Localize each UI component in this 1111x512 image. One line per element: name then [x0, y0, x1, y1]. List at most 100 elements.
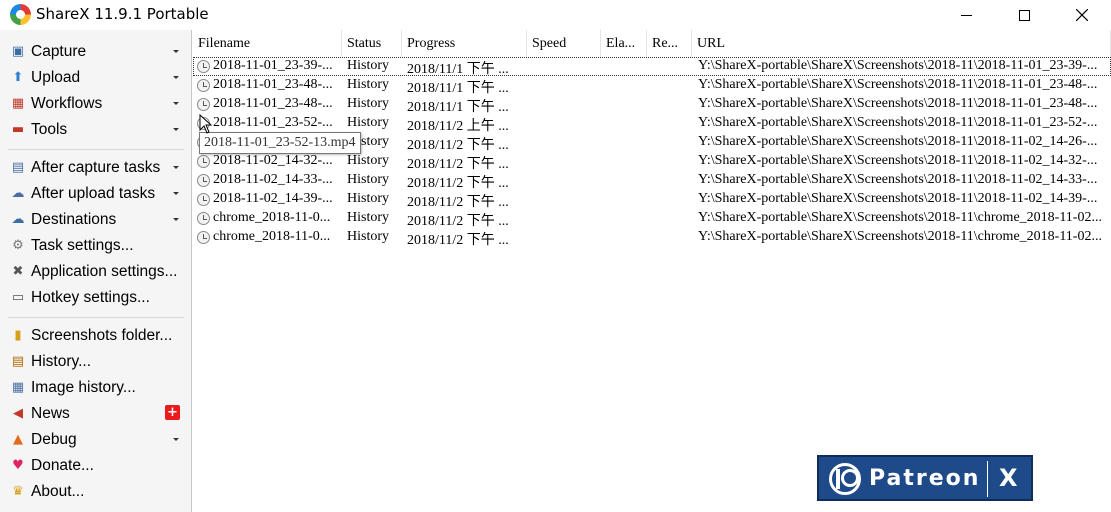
sidebar-item-upload[interactable]: ⬆ Upload [0, 66, 191, 90]
table-cell-status: History [347, 153, 389, 168]
sidebar-item-workflows[interactable]: ▦ Workflows [0, 92, 191, 116]
folder-icon: ▮ [14, 328, 22, 343]
table-cell-url: Y:\ShareX-portable\ShareX\Screenshots\20… [698, 172, 1098, 187]
close-button[interactable] [1053, 0, 1111, 30]
maximize-icon [1018, 9, 1030, 21]
sidebar-item-label: Tools [31, 121, 68, 138]
sidebar-item-task-settings[interactable]: ⚙ Task settings... [0, 234, 191, 258]
table-cell-status: History [347, 210, 389, 225]
minimize-button[interactable] [937, 0, 995, 30]
table-row[interactable]: 2018-11-02_14-33-... History 2018/11/2 下午 … [193, 171, 1111, 190]
table-row[interactable]: 2018-11-01_23-48-... History 2018/11/1 下午 … [193, 95, 1111, 114]
table-cell-url: Y:\ShareX-portable\ShareX\Screenshots\20… [698, 153, 1098, 168]
table-row[interactable]: 2018-11-01_23-48-... History 2018/11/1 下午 … [193, 76, 1111, 95]
maximize-button[interactable] [995, 0, 1053, 30]
table-cell-ela [606, 209, 648, 228]
table-cell-filename: 2018-11-01_23-48-... [213, 96, 333, 111]
patreon-banner[interactable]: Patreon X [817, 455, 1033, 501]
sidebar-item-image-history[interactable]: ▦ Image history... [0, 376, 191, 400]
sidebar-item-about[interactable]: ♛ About... [0, 480, 191, 504]
table-cell-ela [606, 152, 648, 171]
table-row[interactable]: chrome_2018-11-0... History 2018/11/2 下午 .… [193, 228, 1111, 247]
column-header-progress[interactable]: Progress [402, 30, 527, 57]
table-cell-progress: 2018/11/2 上午 ... [407, 119, 509, 133]
table-cell-speed [532, 152, 602, 171]
table-cell-status: History [347, 172, 389, 187]
table-cell-status: History [347, 96, 389, 111]
column-header-re[interactable]: Re... [647, 30, 692, 57]
history-clock-icon [197, 155, 210, 168]
column-header-ela[interactable]: Ela... [601, 30, 647, 57]
table-cell-ela [606, 76, 648, 95]
upload-arrow-icon: ⬆ [12, 70, 24, 85]
main-menu-sidebar: ▣ Capture ⬆ Upload ▦ Workflows ▬ Tools ▤ After ca… [0, 30, 192, 512]
table-cell-progress: 2018/11/2 下午 ... [407, 138, 509, 152]
sidebar-item-label: Destinations [31, 211, 117, 228]
patreon-divider [987, 461, 988, 497]
after-upload-icon: ☁ [11, 186, 25, 201]
submenu-arrow-icon [173, 192, 179, 195]
table-cell-status: History [347, 115, 389, 130]
sidebar-item-donate[interactable]: ♥ Donate... [0, 454, 191, 478]
sidebar-item-after-capture-tasks[interactable]: ▤ After capture tasks [0, 156, 191, 180]
sidebar-item-label: Task settings... [31, 237, 134, 254]
sidebar-item-hotkey-settings[interactable]: ▭ Hotkey settings... [0, 286, 191, 310]
minimize-icon [960, 14, 972, 16]
sidebar-item-destinations[interactable]: ☁ Destinations [0, 208, 191, 232]
title-bar: ShareX 11.9.1 Portable [0, 0, 1111, 30]
table-cell-url: Y:\ShareX-portable\ShareX\Screenshots\20… [698, 58, 1098, 73]
traffic-cone-icon: ▲ [13, 432, 23, 447]
table-row[interactable]: 2018-11-01_23-39-... History 2018/11/1 下午 … [193, 57, 1111, 76]
sidebar-item-debug[interactable]: ▲ Debug [0, 428, 191, 452]
sidebar-item-news[interactable]: ◀ News + [0, 402, 191, 426]
after-capture-icon: ▤ [11, 160, 25, 175]
sidebar-item-label: Capture [31, 43, 87, 60]
patreon-close-button[interactable]: X [999, 464, 1018, 492]
table-row[interactable]: 2018-11-01_23-52-... History 2018/11/2 上午 … [193, 114, 1111, 133]
column-header-filename[interactable]: Filename [193, 30, 342, 57]
sidebar-item-after-upload-tasks[interactable]: ☁ After upload tasks [0, 182, 191, 206]
column-header-url[interactable]: URL [692, 30, 1111, 57]
table-cell-speed [532, 228, 602, 247]
sidebar-item-application-settings[interactable]: ✖ Application settings... [0, 260, 191, 284]
table-cell-speed [532, 190, 602, 209]
sidebar-item-label: News [31, 405, 70, 422]
table-cell-url: Y:\ShareX-portable\ShareX\Screenshots\20… [698, 96, 1098, 111]
table-cell-filename: 2018-11-01_23-39-... [213, 58, 333, 73]
news-badge-plus-icon: + [165, 405, 180, 420]
table-cell-re [652, 76, 692, 95]
table-cell-url: Y:\ShareX-portable\ShareX\Screenshots\20… [698, 191, 1098, 206]
sidebar-item-tools[interactable]: ▬ Tools [0, 118, 191, 142]
window-title: ShareX 11.9.1 Portable [36, 5, 209, 23]
table-cell-ela [606, 114, 648, 133]
table-cell-re [652, 171, 692, 190]
sidebar-item-capture[interactable]: ▣ Capture [0, 40, 191, 64]
table-row[interactable]: 2018-11-02_14-39-... History 2018/11/2 下午 … [193, 190, 1111, 209]
table-cell-status: History [347, 58, 389, 73]
megaphone-icon: ◀ [13, 406, 23, 421]
sidebar-item-label: History... [31, 353, 91, 370]
sidebar-item-history[interactable]: ▤ History... [0, 350, 191, 374]
table-row[interactable]: chrome_2018-11-0... History 2018/11/2 下午 .… [193, 209, 1111, 228]
table-cell-ela [606, 133, 648, 152]
column-header-status[interactable]: Status [342, 30, 402, 57]
table-cell-re [652, 57, 692, 76]
submenu-arrow-icon [173, 438, 179, 441]
mouse-cursor-icon [199, 114, 213, 134]
table-cell-url: Y:\ShareX-portable\ShareX\Screenshots\20… [698, 210, 1102, 225]
table-cell-filename: 2018-11-02_14-32-... [213, 153, 333, 168]
sidebar-item-screenshots-folder[interactable]: ▮ Screenshots folder... [0, 324, 191, 348]
table-cell-speed [532, 114, 602, 133]
table-row[interactable]: 2018-11-02_14-32-... History 2018/11/2 下午 … [193, 152, 1111, 171]
column-header-speed[interactable]: Speed [527, 30, 601, 57]
history-clock-icon [197, 212, 210, 225]
submenu-arrow-icon [173, 76, 179, 79]
table-cell-re [652, 190, 692, 209]
sidebar-item-label: Workflows [31, 95, 103, 112]
history-clock-icon [197, 193, 210, 206]
table-cell-url: Y:\ShareX-portable\ShareX\Screenshots\20… [698, 229, 1102, 244]
sidebar-item-label: After upload tasks [31, 185, 156, 202]
table-cell-speed [532, 57, 602, 76]
history-list-view[interactable]: Filename Status Progress Speed Ela... Re... UR… [193, 30, 1111, 512]
wrench-screwdriver-icon: ✖ [12, 264, 24, 279]
